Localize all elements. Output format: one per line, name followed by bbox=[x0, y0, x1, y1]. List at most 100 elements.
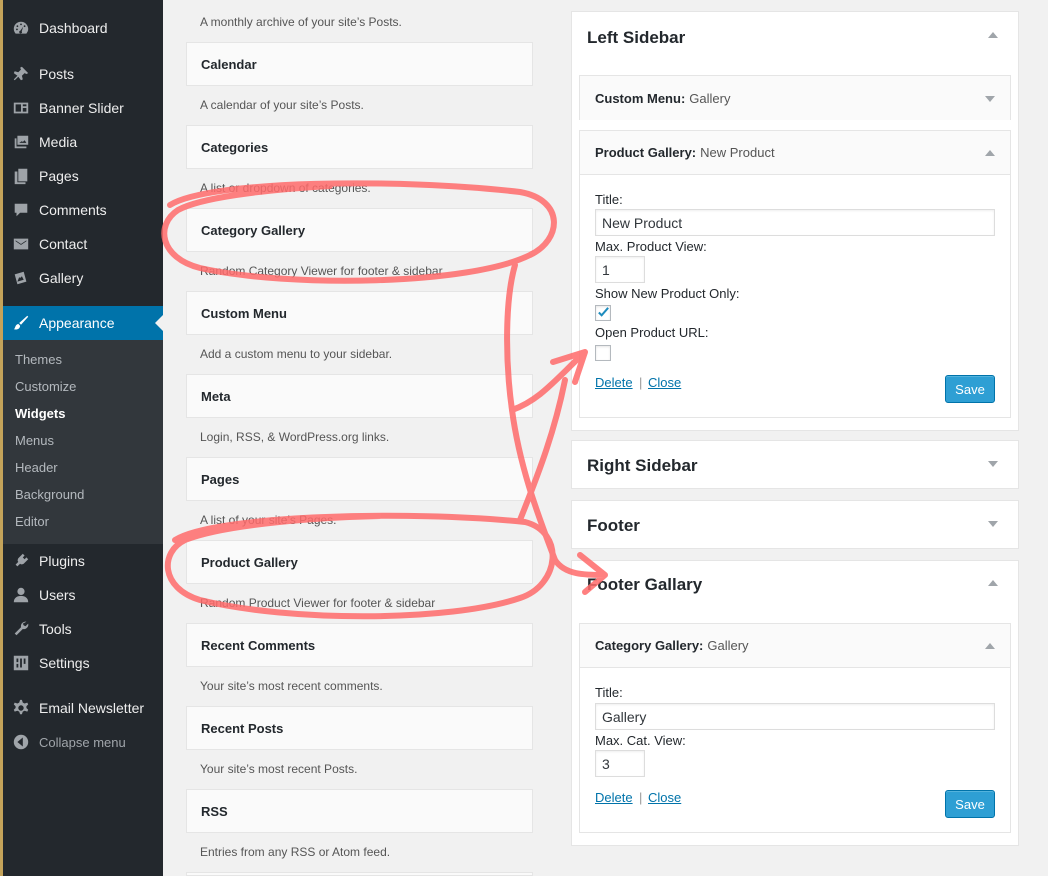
widget-instance: Gallery bbox=[689, 90, 731, 106]
submenu-header[interactable]: Header bbox=[15, 460, 58, 475]
brush-icon bbox=[11, 314, 31, 332]
widget-description: Login, RSS, & WordPress.org links. bbox=[200, 430, 390, 444]
widget-tile[interactable]: Pages bbox=[186, 457, 533, 501]
title-input[interactable] bbox=[595, 703, 995, 730]
wrench-icon bbox=[11, 620, 31, 638]
menu-posts[interactable]: Posts bbox=[3, 57, 163, 91]
expand-arrow-icon[interactable] bbox=[988, 521, 998, 527]
widget-description-archives: A monthly archive of your site’s Posts. bbox=[200, 15, 402, 29]
menu-email-newsletter[interactable]: Email Newsletter bbox=[3, 691, 163, 725]
menu-media[interactable]: Media bbox=[3, 125, 163, 159]
link-separator: | bbox=[639, 790, 643, 805]
title-label: Title: bbox=[595, 192, 623, 207]
right-sidebar-panel[interactable]: Right Sidebar bbox=[571, 440, 1019, 489]
sidebar-title[interactable]: Footer Gallary bbox=[587, 575, 702, 595]
collapse-arrow-icon[interactable] bbox=[985, 150, 995, 156]
menu-comments[interactable]: Comments bbox=[3, 193, 163, 227]
mail-icon bbox=[11, 235, 31, 253]
collapse-arrow-icon[interactable] bbox=[988, 32, 998, 38]
widget-tile[interactable]: Categories bbox=[186, 125, 533, 169]
menu-tools[interactable]: Tools bbox=[3, 612, 163, 646]
footer-panel[interactable]: Footer bbox=[571, 500, 1019, 549]
menu-plugins[interactable]: Plugins bbox=[3, 544, 163, 578]
collapse-arrow-icon bbox=[11, 733, 31, 751]
gear-icon bbox=[11, 699, 31, 717]
user-icon bbox=[11, 586, 31, 604]
slider-icon bbox=[11, 99, 31, 117]
open-product-url-label: Open Product URL: bbox=[595, 325, 709, 340]
submenu-editor[interactable]: Editor bbox=[15, 514, 49, 529]
sidebar-title[interactable]: Left Sidebar bbox=[587, 28, 685, 48]
gallery-icon bbox=[11, 269, 31, 287]
show-new-product-checkbox[interactable] bbox=[595, 305, 611, 321]
show-new-product-label: Show New Product Only: bbox=[595, 286, 740, 301]
settings-icon bbox=[11, 654, 31, 672]
expand-arrow-icon[interactable] bbox=[985, 96, 995, 102]
menu-pages[interactable]: Pages bbox=[3, 159, 163, 193]
open-product-url-checkbox[interactable] bbox=[595, 345, 611, 361]
media-icon bbox=[11, 133, 31, 151]
menu-settings[interactable]: Settings bbox=[3, 646, 163, 680]
menu-appearance[interactable]: Appearance bbox=[3, 306, 163, 340]
menu-label: Tools bbox=[39, 621, 72, 637]
widget-tile[interactable]: Custom Menu bbox=[186, 291, 533, 335]
widget-tile[interactable]: Product Gallery bbox=[186, 540, 533, 584]
submenu-widgets[interactable]: Widgets bbox=[15, 406, 65, 421]
submenu-themes[interactable]: Themes bbox=[15, 352, 62, 367]
widget-header[interactable]: Category Gallery: Gallery bbox=[580, 624, 1010, 668]
widget-header[interactable]: Custom Menu: Gallery bbox=[580, 76, 1010, 120]
widget-tile[interactable]: RSS bbox=[186, 789, 533, 833]
submenu-customize[interactable]: Customize bbox=[15, 379, 76, 394]
collapse-menu-button[interactable]: Collapse menu bbox=[3, 725, 163, 759]
menu-banner-slider[interactable]: Banner Slider bbox=[3, 91, 163, 125]
menu-label: Plugins bbox=[39, 553, 85, 569]
widget-tile[interactable]: Recent Comments bbox=[186, 623, 533, 667]
title-input[interactable] bbox=[595, 209, 995, 236]
widget-custom-menu: Custom Menu: Gallery bbox=[579, 75, 1011, 120]
widget-description: A list or dropdown of categories. bbox=[200, 181, 371, 195]
max-product-view-input[interactable] bbox=[595, 256, 645, 283]
close-link[interactable]: Close bbox=[648, 790, 681, 805]
menu-label: Banner Slider bbox=[39, 100, 124, 116]
widget-tile[interactable]: Category Gallery bbox=[186, 208, 533, 252]
menu-gallery[interactable]: Gallery bbox=[3, 261, 163, 295]
widget-tile[interactable]: Meta bbox=[186, 374, 533, 418]
menu-dashboard[interactable]: Dashboard bbox=[3, 11, 163, 45]
save-button[interactable]: Save bbox=[945, 790, 995, 818]
appearance-submenu: Themes Customize Widgets Menus Header Ba… bbox=[3, 340, 163, 544]
menu-label: Gallery bbox=[39, 270, 84, 286]
widget-instance: New Product bbox=[700, 145, 775, 160]
widget-header[interactable]: Product Gallery: New Product bbox=[580, 131, 1010, 175]
widget-tile-partial[interactable] bbox=[186, 872, 533, 876]
checkmark-icon bbox=[598, 307, 609, 317]
pages-icon bbox=[11, 167, 31, 185]
comment-icon bbox=[11, 201, 31, 219]
menu-contact[interactable]: Contact bbox=[3, 227, 163, 261]
widget-description: Random Product Viewer for footer & sideb… bbox=[200, 596, 436, 610]
pin-icon bbox=[11, 65, 31, 83]
menu-label: Settings bbox=[39, 655, 90, 671]
max-cat-view-label: Max. Cat. View: bbox=[595, 733, 686, 748]
save-button[interactable]: Save bbox=[945, 375, 995, 403]
widget-tile[interactable]: Calendar bbox=[186, 42, 533, 86]
expand-arrow-icon[interactable] bbox=[988, 461, 998, 467]
plug-icon bbox=[11, 552, 31, 570]
submenu-background[interactable]: Background bbox=[15, 487, 84, 502]
widget-description: Random Category Viewer for footer & side… bbox=[200, 264, 443, 278]
widget-name: Product Gallery: bbox=[595, 145, 697, 160]
collapse-arrow-icon[interactable] bbox=[988, 580, 998, 586]
widget-description: Entries from any RSS or Atom feed. bbox=[200, 845, 391, 859]
menu-users[interactable]: Users bbox=[3, 578, 163, 612]
collapse-arrow-icon[interactable] bbox=[985, 643, 995, 649]
close-link[interactable]: Close bbox=[648, 375, 681, 390]
delete-link[interactable]: Delete bbox=[595, 375, 633, 390]
widget-instance: Gallery bbox=[707, 638, 749, 653]
sidebar-title: Footer bbox=[587, 516, 640, 535]
max-cat-view-input[interactable] bbox=[595, 750, 645, 777]
admin-menu: Dashboard Posts Banner Slider Media Page… bbox=[0, 0, 163, 876]
submenu-menus[interactable]: Menus bbox=[15, 433, 54, 448]
delete-link[interactable]: Delete bbox=[595, 790, 633, 805]
dashboard-icon bbox=[11, 19, 31, 37]
widget-description: A list of your site’s Pages. bbox=[200, 513, 337, 527]
widget-tile[interactable]: Recent Posts bbox=[186, 706, 533, 750]
